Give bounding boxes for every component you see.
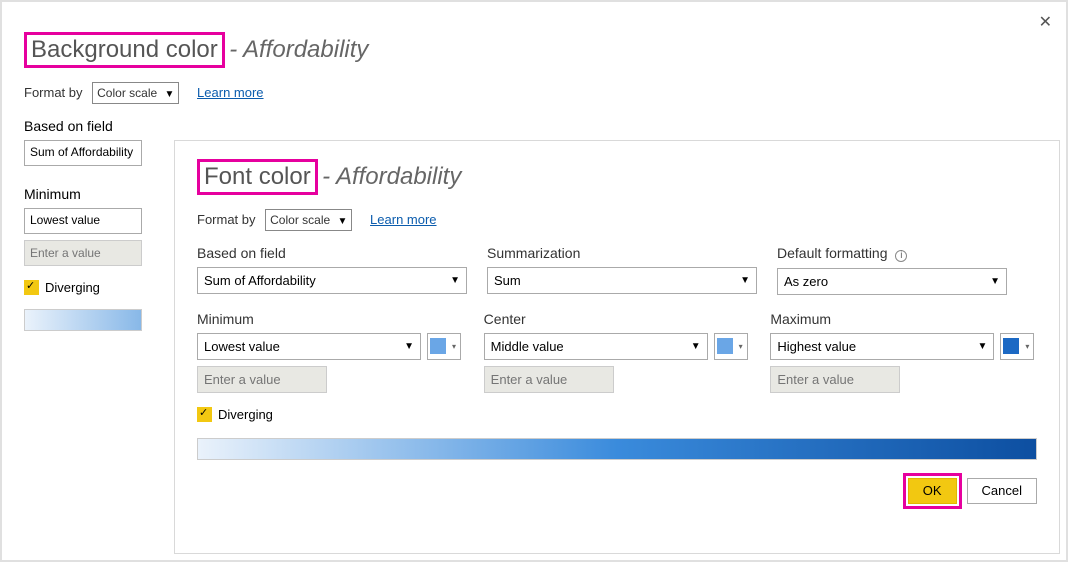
color-swatch [1003, 338, 1019, 354]
bg-subtitle: - Affordability [229, 36, 368, 63]
chevron-down-icon: ▼ [404, 341, 414, 352]
chevron-down-icon: ▼ [977, 341, 987, 352]
fc-maximum-input[interactable] [770, 366, 900, 393]
chevron-down-icon: ▼ [740, 275, 750, 286]
bg-based-on-value: Sum of Affordability [30, 145, 133, 159]
fc-minimum-label: Minimum [197, 311, 464, 327]
fc-center-select[interactable]: Middle value ▼ [484, 333, 708, 360]
close-icon[interactable]: ✕ [1039, 12, 1052, 32]
bg-based-on-select[interactable]: Sum of Affordability [24, 140, 142, 166]
fc-based-on-select[interactable]: Sum of Affordability ▼ [197, 267, 467, 294]
fc-default-fmt-label: Default formatting i [777, 245, 1037, 262]
fc-format-by-value: Color scale [270, 213, 330, 227]
color-swatch [717, 338, 733, 354]
chevron-down-icon: ▼ [691, 341, 701, 352]
chevron-down-icon: ▾ [737, 342, 745, 351]
fc-format-by-label: Format by [197, 212, 256, 227]
chevron-down-icon: ▼ [990, 276, 1000, 287]
fc-title: Font color [197, 159, 318, 195]
fc-maximum-label: Maximum [770, 311, 1037, 327]
fc-minimum-color-picker[interactable]: ▾ [427, 333, 461, 360]
bg-minimum-input[interactable] [24, 240, 142, 266]
fc-maximum-color-picker[interactable]: ▾ [1000, 333, 1034, 360]
bg-minimum-value: Lowest value [30, 213, 100, 227]
chevron-down-icon: ▼ [338, 214, 348, 230]
bg-gradient-preview [24, 309, 142, 331]
fc-diverging-checkbox[interactable] [197, 407, 212, 422]
fc-based-on-label: Based on field [197, 245, 467, 261]
fc-minimum-select[interactable]: Lowest value ▼ [197, 333, 421, 360]
fc-center-color-picker[interactable]: ▾ [714, 333, 748, 360]
fc-maximum-value: Highest value [777, 339, 856, 354]
fc-center-input[interactable] [484, 366, 614, 393]
chevron-down-icon: ▾ [450, 342, 458, 351]
fc-minimum-input[interactable] [197, 366, 327, 393]
fc-summarization-select[interactable]: Sum ▼ [487, 267, 757, 294]
bg-diverging-checkbox[interactable] [24, 280, 39, 295]
fc-format-by-select[interactable]: Color scale ▼ [265, 209, 352, 231]
chevron-down-icon: ▾ [1023, 342, 1031, 351]
fc-gradient-preview [197, 438, 1037, 460]
chevron-down-icon: ▼ [450, 275, 460, 286]
bg-learn-more-link[interactable]: Learn more [197, 85, 263, 100]
fc-default-fmt-value: As zero [784, 274, 828, 289]
fc-summarization-value: Sum [494, 273, 521, 288]
info-icon: i [895, 250, 907, 262]
fc-center-label: Center [484, 311, 751, 327]
chevron-down-icon: ▼ [165, 87, 175, 103]
ok-button[interactable]: OK [908, 478, 957, 504]
font-color-dialog: Font color - Affordability Format by Col… [174, 140, 1060, 554]
bg-based-on-label: Based on field [24, 118, 1046, 134]
fc-minimum-value: Lowest value [204, 339, 280, 354]
fc-subtitle: - Affordability [322, 163, 461, 190]
bg-diverging-label: Diverging [45, 280, 100, 295]
bg-title: Background color [24, 32, 225, 68]
color-swatch [430, 338, 446, 354]
fc-based-on-value: Sum of Affordability [204, 273, 316, 288]
bg-format-by-select[interactable]: Color scale ▼ [92, 82, 179, 104]
bg-format-by-label: Format by [24, 85, 83, 100]
fc-maximum-select[interactable]: Highest value ▼ [770, 333, 994, 360]
bg-minimum-select[interactable]: Lowest value [24, 208, 142, 234]
fc-center-value: Middle value [491, 339, 564, 354]
fc-summarization-label: Summarization [487, 245, 757, 261]
cancel-button[interactable]: Cancel [967, 478, 1037, 504]
fc-diverging-label: Diverging [218, 407, 273, 422]
bg-format-by-value: Color scale [97, 86, 157, 100]
fc-default-fmt-select[interactable]: As zero ▼ [777, 268, 1007, 295]
fc-learn-more-link[interactable]: Learn more [370, 212, 436, 227]
